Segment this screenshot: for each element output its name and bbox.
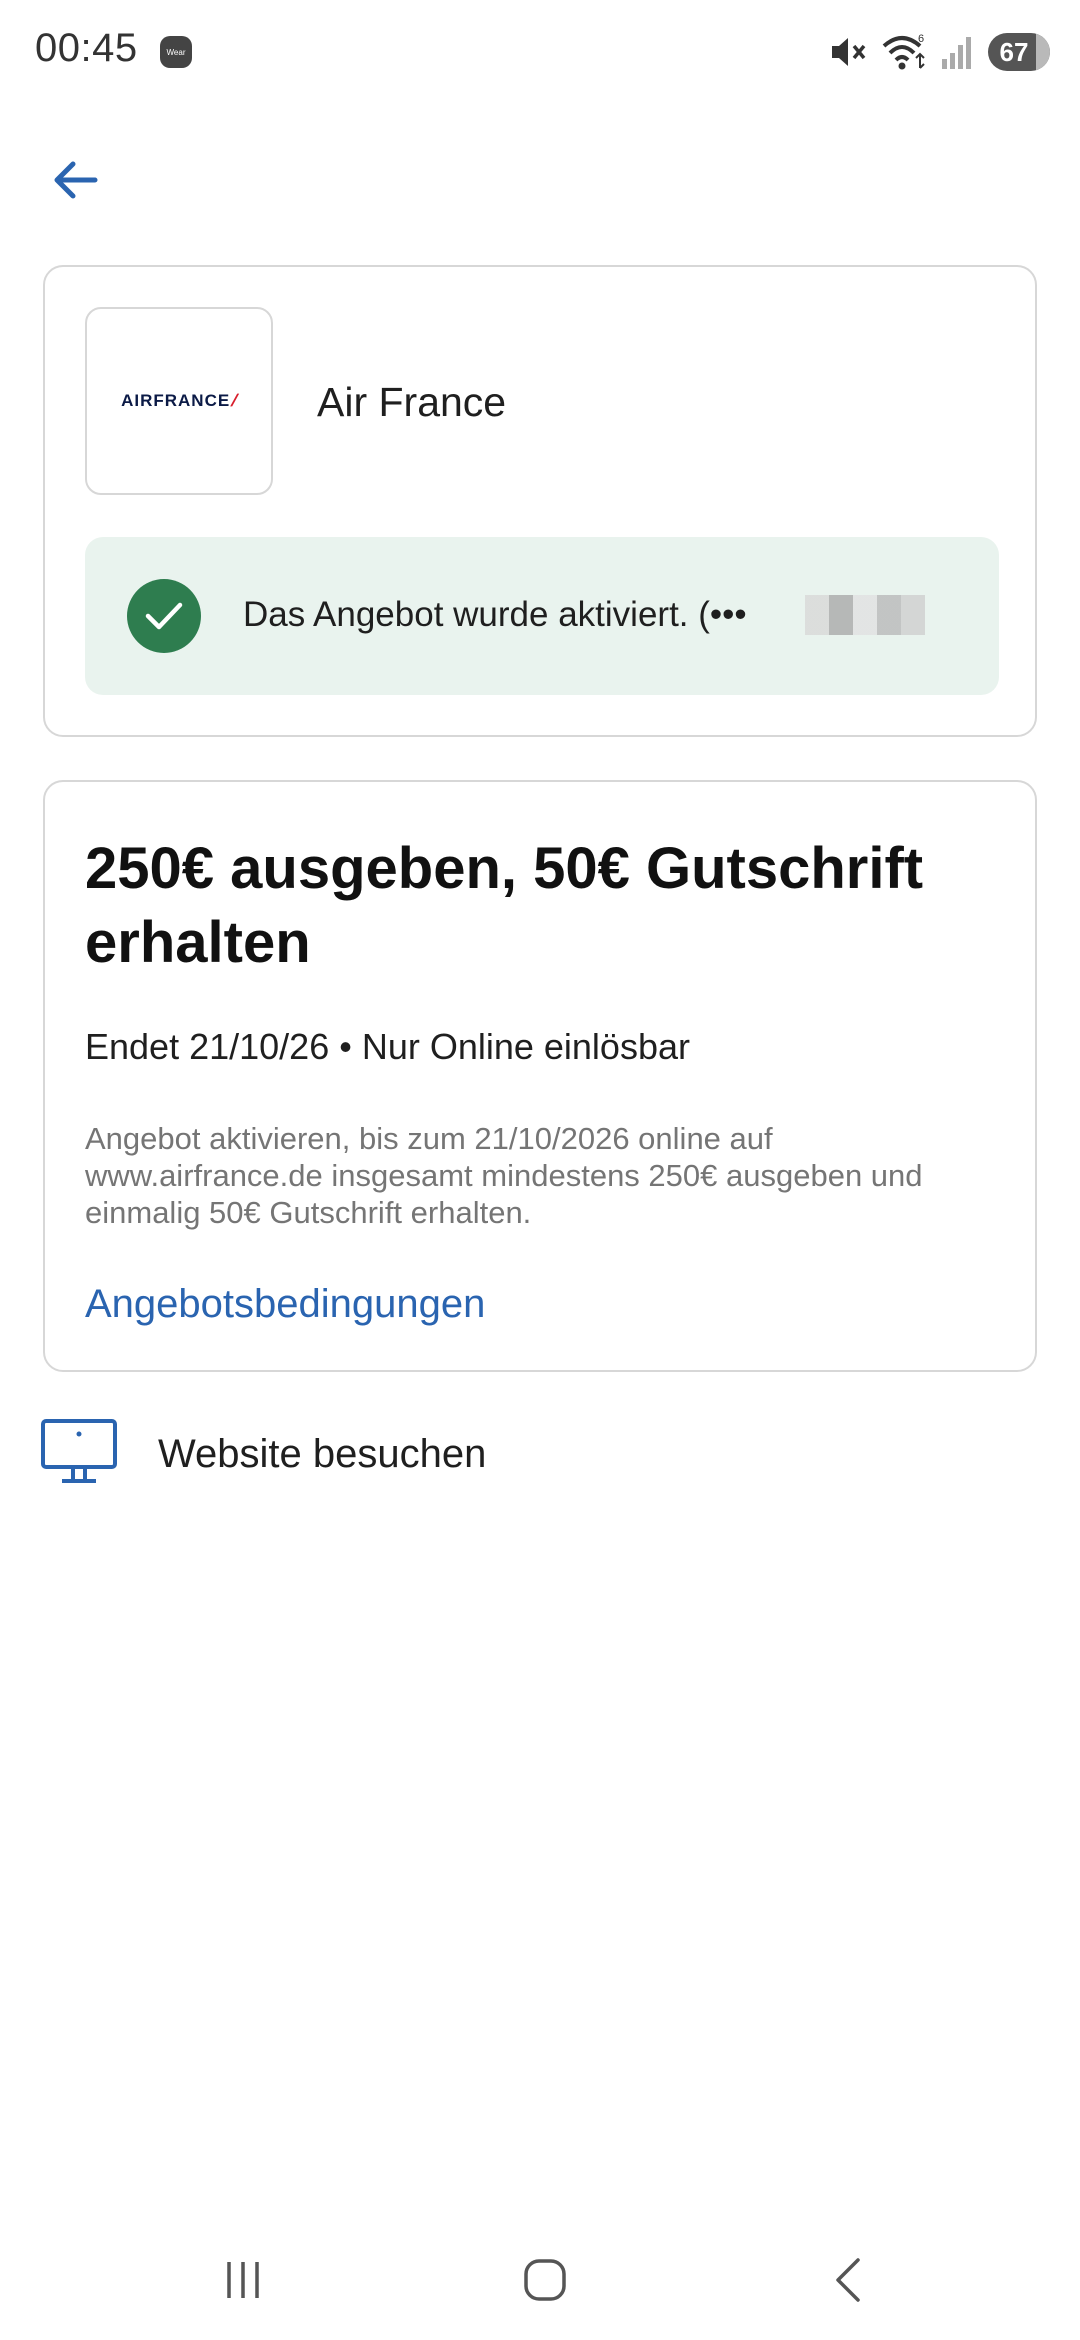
mute-icon — [832, 38, 866, 66]
recent-apps-icon — [227, 2262, 259, 2298]
signal-icon — [942, 37, 971, 69]
wifi-icon: 6 — [882, 33, 925, 70]
status-icons: 6 67 — [828, 30, 1050, 74]
nav-back-icon — [836, 2258, 860, 2302]
merchant-name: Air France — [317, 379, 507, 425]
merchant-logo: AIRFRANCE / — [85, 307, 273, 495]
wear-icon: Wear — [160, 36, 192, 68]
offer-card: 250€ ausgeben, 50€ Gutschrift erhalten E… — [43, 780, 1037, 1372]
offer-meta: Endet 21/10/26 • Nur Online einlösbar — [85, 1026, 690, 1067]
offer-description: Angebot aktivieren, bis zum 21/10/2026 o… — [85, 1121, 923, 1230]
check-icon — [127, 579, 201, 653]
logo-text: AIRFRANCE — [121, 391, 231, 410]
back-arrow-icon — [54, 161, 98, 199]
home-button[interactable] — [505, 2250, 585, 2310]
nav-back-button[interactable] — [808, 2250, 888, 2310]
recent-apps-button[interactable] — [203, 2250, 283, 2310]
merchant-card: AIRFRANCE / Air France Das Angebot wurde… — [43, 265, 1037, 737]
home-icon — [524, 2259, 566, 2301]
back-button[interactable] — [40, 150, 110, 210]
logo-mark: / — [228, 391, 241, 410]
activation-message: Das Angebot wurde aktiviert. (••• — [243, 595, 747, 634]
visit-website-label: Website besuchen — [158, 1432, 487, 1476]
status-time: 00:45 — [35, 26, 138, 70]
system-nav-bar — [0, 2220, 1080, 2340]
monitor-icon — [41, 1419, 117, 1483]
masked-card-number — [805, 595, 925, 635]
battery-indicator: 67 — [988, 33, 1050, 71]
battery-level: 67 — [999, 36, 1029, 67]
status-bar: 00:45 Wear 6 67 — [0, 0, 1080, 100]
offer-terms-link[interactable]: Angebotsbedingungen — [85, 1282, 485, 1327]
offer-title: 250€ ausgeben, 50€ Gutschrift erhalten — [85, 836, 924, 975]
visit-website-button[interactable]: Website besuchen — [40, 1410, 1040, 1500]
screen: 00:45 Wear 6 67 AIRFRANCE / Air France D… — [0, 0, 1080, 2340]
activation-banner: Das Angebot wurde aktiviert. (••• — [85, 537, 999, 695]
svg-text:6: 6 — [918, 33, 924, 45]
